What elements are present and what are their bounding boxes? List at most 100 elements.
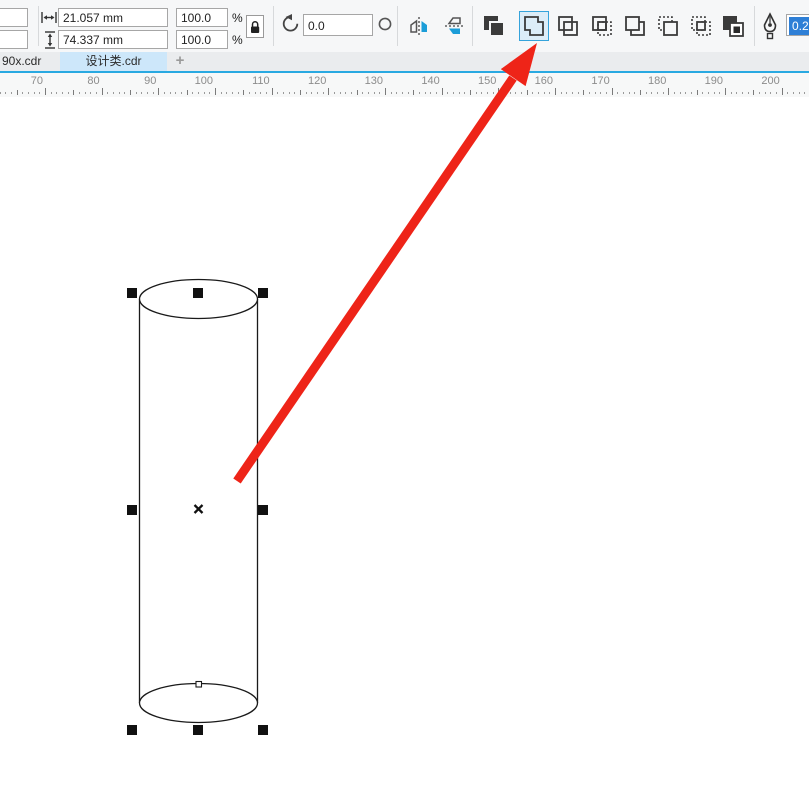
simplify-button[interactable]: [620, 11, 650, 41]
ruler-tick: [67, 92, 69, 94]
rotation-dial-icon[interactable]: [378, 17, 392, 31]
ruler-label: 90: [144, 75, 157, 87]
ruler-tick: [351, 92, 352, 94]
ruler-tick: [158, 88, 160, 95]
ruler-tick: [79, 92, 80, 94]
ruler-tick: [623, 92, 624, 94]
front-minus-back-button[interactable]: [653, 11, 683, 41]
ruler-tick: [294, 92, 296, 94]
back-minus-front-button[interactable]: [686, 11, 716, 41]
ruler-tick: [674, 92, 675, 94]
selection-handle[interactable]: [258, 288, 268, 298]
ruler-tick: [407, 92, 409, 94]
ruler-tick: [11, 92, 12, 94]
ruler-tick: [130, 90, 131, 95]
selection-handle[interactable]: [127, 725, 137, 735]
toolbar-separator: [273, 6, 274, 46]
selection-handle[interactable]: [258, 505, 268, 515]
ruler-tick: [657, 92, 658, 94]
object-height-icon: [44, 31, 56, 49]
mirror-horizontal-button[interactable]: [404, 11, 434, 41]
ruler-tick: [84, 92, 86, 94]
ruler-tick: [640, 90, 641, 95]
scale-x-field[interactable]: 100.0: [176, 8, 228, 27]
rotation-angle-field[interactable]: 0.0: [303, 14, 373, 36]
outline-width-field[interactable]: 0.2: [786, 14, 809, 36]
selection-handle[interactable]: [193, 288, 203, 298]
ruler-label: 150: [478, 75, 497, 87]
ruler-tick: [538, 92, 539, 94]
ruler-label: 200: [761, 75, 780, 87]
tab-shejilei-cdr[interactable]: 设计类.cdr: [60, 52, 167, 71]
ruler-tick: [328, 88, 330, 95]
ruler-tick: [566, 92, 568, 94]
ruler-tick: [702, 92, 704, 94]
ruler-tick: [441, 88, 443, 95]
object-width-icon: [41, 11, 57, 24]
ruler-tick: [135, 92, 137, 94]
scale-y-field[interactable]: 100.0: [176, 30, 228, 49]
ruler-tick: [283, 92, 284, 94]
ruler-tick: [271, 88, 273, 95]
intersect-button[interactable]: [587, 11, 617, 41]
ruler-tick: [504, 92, 505, 94]
ruler-tick: [458, 92, 460, 94]
ruler-label: 180: [648, 75, 667, 87]
object-height-field[interactable]: 74.337 mm: [58, 30, 168, 49]
ruler-tick: [390, 92, 392, 94]
tab-90x-cdr[interactable]: 90x.cdr: [0, 52, 57, 71]
object-y-position-field[interactable]: [0, 30, 28, 49]
ruler-tick: [186, 90, 188, 95]
ruler-label: 160: [534, 75, 554, 87]
ruler-tick: [736, 92, 738, 94]
ruler-tick: [594, 92, 596, 94]
ruler-tick: [45, 88, 46, 95]
ruler-tick: [101, 88, 103, 95]
create-boundary-button[interactable]: [718, 11, 748, 41]
ruler-tick: [798, 92, 800, 94]
ruler-tick: [339, 92, 341, 94]
selection-handle[interactable]: [127, 288, 137, 298]
ruler-tick: [334, 92, 335, 94]
trim-button[interactable]: [553, 11, 583, 41]
ruler-tick: [685, 92, 687, 94]
ruler-tick: [396, 92, 398, 94]
object-width-field[interactable]: 21.057 mm: [58, 8, 168, 27]
ruler-tick: [368, 92, 369, 94]
object-x-position-field[interactable]: [0, 8, 28, 27]
mirror-vertical-button[interactable]: [439, 11, 469, 41]
ruler-tick: [549, 92, 551, 94]
weld-button[interactable]: [519, 11, 549, 41]
ruler-tick: [237, 92, 239, 94]
ruler-label: 140: [421, 75, 440, 87]
horizontal-ruler[interactable]: 70 80 90 100 110 120 130 140 150 160 170 180 190 200: [0, 73, 809, 97]
mirror-horizontal-icon: [410, 17, 427, 35]
ruler-tick: [543, 92, 545, 94]
ruler-tick: [770, 92, 772, 94]
combine-button[interactable]: [479, 11, 509, 41]
ruler-tick: [152, 92, 154, 94]
ruler-tick: [691, 92, 692, 94]
ruler-label: 190: [704, 75, 724, 87]
ruler-tick: [39, 92, 41, 94]
ruler-tick: [776, 92, 777, 94]
ruler-tick: [209, 92, 211, 94]
ruler-tick: [317, 92, 318, 94]
lock-icon: [251, 20, 260, 33]
selection-handle[interactable]: [127, 505, 137, 515]
ruler-tick: [0, 92, 1, 94]
create-boundary-icon: [723, 16, 744, 37]
selection-handle[interactable]: [193, 725, 203, 735]
new-document-tab-button[interactable]: +: [170, 52, 190, 71]
ruler-tick: [589, 92, 590, 94]
ruler-label: 70: [30, 75, 43, 87]
selection-handle[interactable]: [258, 725, 268, 735]
ruler-tick: [668, 88, 670, 95]
lock-ratio-button[interactable]: [246, 15, 264, 38]
ruler-tick: [147, 92, 148, 94]
ruler-tick: [356, 90, 358, 95]
drawing-canvas[interactable]: [0, 97, 809, 803]
ruler-tick: [305, 92, 307, 94]
ruler-label: 110: [252, 75, 270, 87]
ruler-tick: [606, 92, 607, 94]
